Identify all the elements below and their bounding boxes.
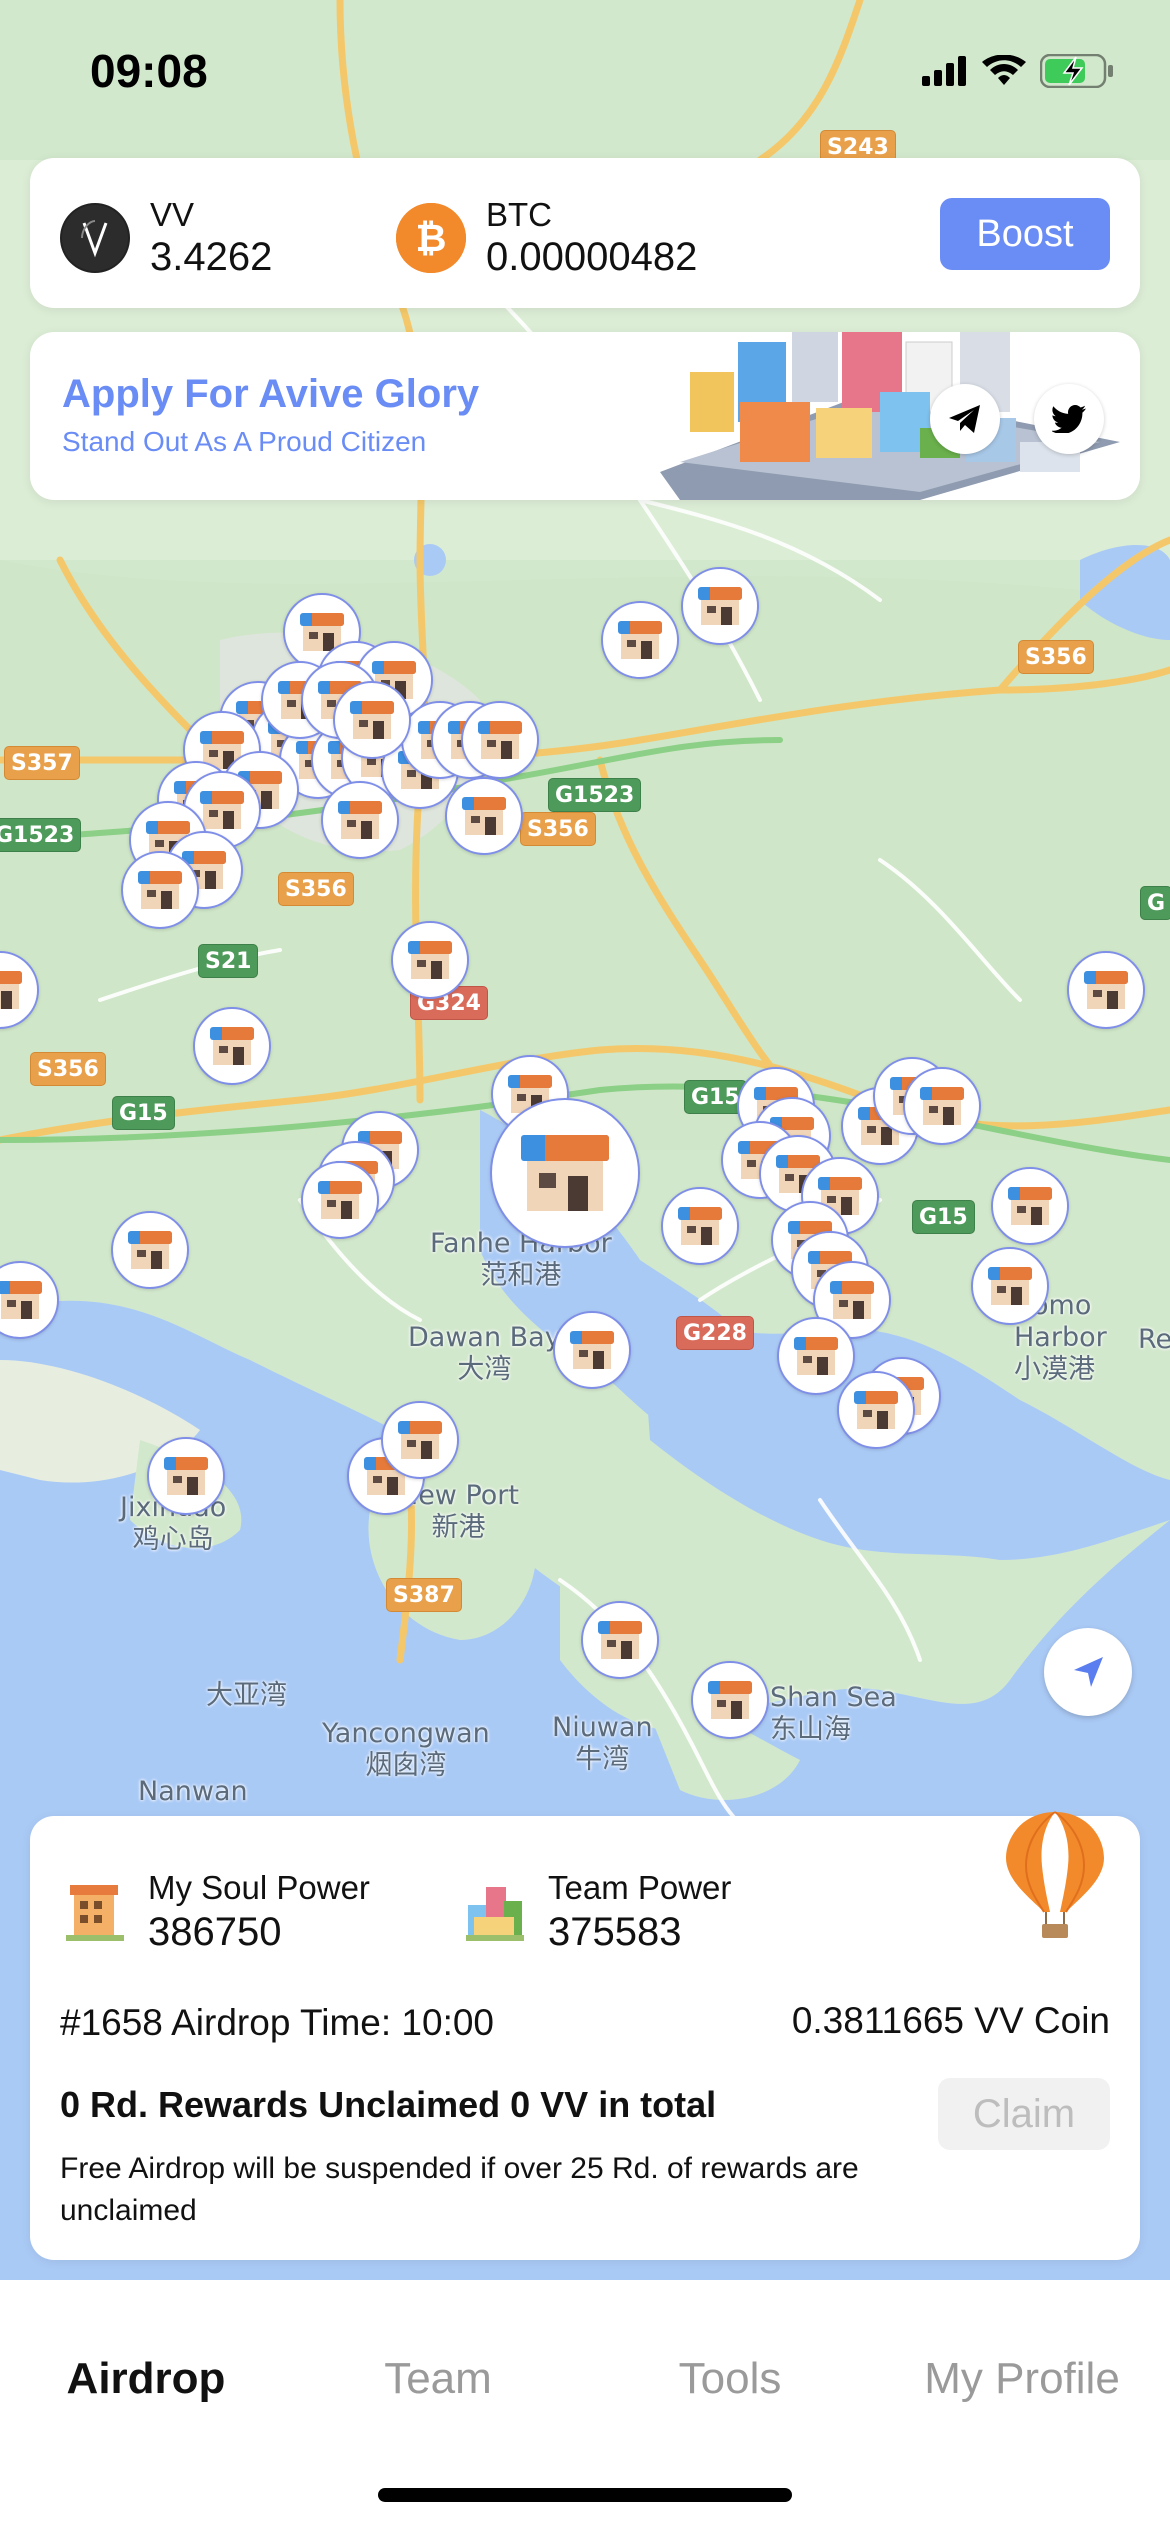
building-marker[interactable] (777, 1317, 855, 1395)
road-shield: S387 (386, 1578, 462, 1612)
road-shield: G228 (676, 1316, 754, 1350)
team-power: Team Power 375583 (460, 1868, 731, 1956)
building-marker[interactable] (147, 1437, 225, 1515)
building-marker[interactable] (903, 1067, 981, 1145)
unclaimed-rewards: 0 Rd. Rewards Unclaimed 0 VV in total (60, 2084, 717, 2125)
building-marker[interactable] (691, 1661, 769, 1739)
building-marker[interactable] (111, 1211, 189, 1289)
building-marker[interactable] (193, 1007, 271, 1085)
building-marker[interactable] (391, 921, 469, 999)
team-power-value: 375583 (548, 1910, 682, 1954)
building-marker[interactable] (1067, 951, 1145, 1029)
building-marker[interactable] (601, 601, 679, 679)
vv-balance: VV 3.4262 (60, 196, 272, 280)
soul-power-label: My Soul Power (148, 1869, 370, 1906)
map-label-nanwan: Nanwan (138, 1776, 248, 1807)
building-marker[interactable] (461, 701, 539, 779)
building-marker[interactable] (837, 1371, 915, 1449)
building-marker[interactable] (971, 1247, 1049, 1325)
building-marker[interactable] (991, 1167, 1069, 1245)
vv-coin-amount: 0.3811665 VV Coin (791, 2000, 1110, 2041)
tab-my-profile[interactable]: My Profile (876, 2354, 1168, 2404)
building-marker[interactable] (661, 1187, 739, 1265)
tab-team[interactable]: Team (292, 2354, 584, 2404)
svg-text:₿: ₿ (416, 216, 447, 260)
vv-logo (60, 203, 130, 273)
home-indicator (378, 2488, 792, 2502)
btc-balance: ₿ BTC 0.00000482 (396, 196, 697, 280)
building-marker[interactable] (301, 1161, 379, 1239)
map-label-dawan: Dawan Bay 大湾 (408, 1322, 561, 1385)
map-label-shan-sea: Shan Sea 东山海 (770, 1682, 897, 1745)
status-icons (922, 54, 1114, 88)
road-shield: S356 (1018, 640, 1094, 674)
road-shield: S356 (520, 812, 596, 846)
building-marker[interactable] (121, 851, 199, 929)
building-marker[interactable] (681, 567, 759, 645)
building-marker[interactable] (445, 777, 523, 855)
road-shield: S21 (198, 944, 259, 978)
team-power-label: Team Power (548, 1869, 732, 1906)
road-shield: S356 (278, 872, 354, 906)
twitter-icon (1052, 405, 1086, 433)
city-buildings-icon (466, 1887, 524, 1941)
road-shield: G (1140, 886, 1170, 920)
claim-button[interactable]: Claim (938, 2078, 1110, 2150)
road-shield: G1523 (0, 818, 82, 852)
btc-amount: 0.00000482 (486, 235, 698, 279)
road-shield: S356 (30, 1052, 106, 1086)
airdrop-card: My Soul Power 386750 Team Power 375583 #… (30, 1811, 1140, 2260)
building-marker[interactable] (553, 1311, 631, 1389)
boost-button[interactable]: Boost (940, 198, 1110, 270)
status-bar: 09:08 (0, 0, 1170, 140)
signal-icon (922, 56, 966, 86)
building-marker[interactable] (381, 1401, 459, 1479)
map-label-yancongwan: Yancongwan 烟囱湾 (322, 1718, 490, 1781)
map-label-dayawan: 大亚湾 (206, 1680, 287, 1711)
tab-airdrop[interactable]: Airdrop (0, 2354, 292, 2404)
airdrop-time: #1658 Airdrop Time: 10:00 (60, 2002, 495, 2043)
vv-symbol: VV (150, 196, 195, 233)
twitter-button[interactable] (1034, 384, 1104, 454)
locate-button[interactable] (1044, 1628, 1132, 1716)
map-label-re: Re (1138, 1324, 1170, 1355)
battery-charging-icon (1040, 54, 1113, 88)
building-icon (66, 1885, 124, 1941)
banner-subtitle: Stand Out As A Proud Citizen (62, 426, 427, 457)
telegram-button[interactable] (930, 384, 1000, 454)
soul-power: My Soul Power 386750 (60, 1868, 370, 1956)
vv-amount: 3.4262 (150, 235, 273, 279)
building-marker[interactable] (321, 781, 399, 859)
hot-air-balloon-icon[interactable] (1000, 1806, 1110, 1946)
glory-banner[interactable]: Apply For Avive Glory Stand Out As A Pro… (30, 332, 1140, 500)
road-shield: G1523 (548, 778, 642, 812)
navigation-arrow-icon (1074, 1657, 1103, 1687)
banner-title: Apply For Avive Glory (62, 372, 480, 416)
airdrop-warning: Free Airdrop will be suspended if over 2… (60, 2152, 859, 2227)
bitcoin-logo: ₿ (396, 203, 466, 273)
building-marker-selected[interactable] (490, 1098, 640, 1248)
road-shield: S357 (4, 746, 80, 780)
btc-symbol: BTC (486, 196, 552, 233)
balance-card: VV 3.4262 ₿ BTC 0.00000482 Boost (30, 158, 1140, 308)
tab-tools[interactable]: Tools (584, 2354, 876, 2404)
telegram-icon (949, 405, 980, 433)
status-time: 09:08 (90, 45, 208, 97)
map-label-niuwan: Niuwan 牛湾 (552, 1712, 653, 1775)
soul-power-value: 386750 (148, 1910, 282, 1954)
building-marker[interactable] (333, 681, 411, 759)
road-shield: G15 (112, 1096, 175, 1130)
road-shield: G15 (912, 1200, 975, 1234)
building-marker[interactable] (581, 1601, 659, 1679)
wifi-icon (982, 55, 1026, 85)
